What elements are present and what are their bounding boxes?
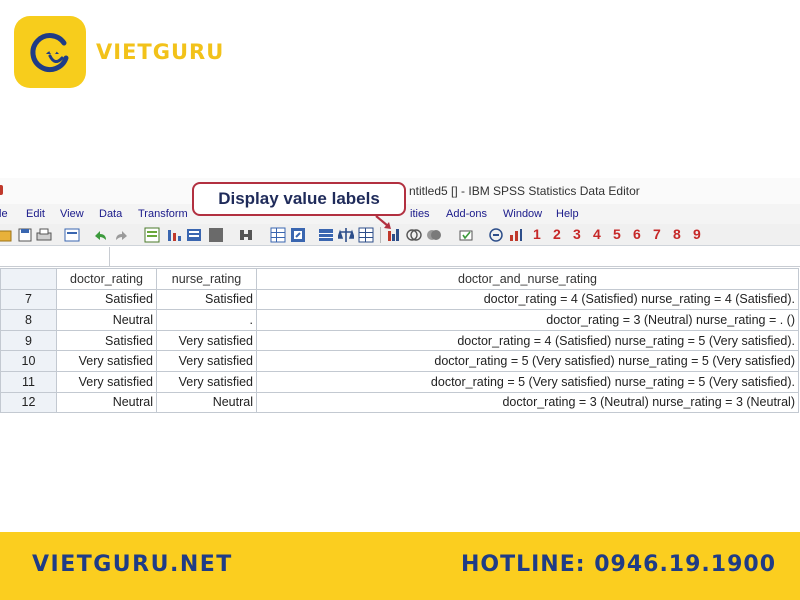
footer-website[interactable]: VIETGURU.NET bbox=[32, 552, 233, 577]
numbered-button-8[interactable]: 8 bbox=[673, 226, 681, 242]
row-number[interactable]: 12 bbox=[0, 391, 57, 414]
redo-icon[interactable] bbox=[114, 227, 130, 243]
menu-view[interactable]: View bbox=[60, 208, 84, 220]
spelling-icon[interactable] bbox=[458, 227, 474, 243]
cell-nurse-rating[interactable]: Very satisfied bbox=[156, 370, 257, 393]
logo-badge bbox=[14, 16, 86, 88]
data-grid: doctor_rating nurse_rating doctor_and_nu… bbox=[0, 268, 799, 414]
numbered-button-7[interactable]: 7 bbox=[653, 226, 661, 242]
cell-doctor-and-nurse-rating[interactable]: doctor_rating = 5 (Very satisfied) nurse… bbox=[256, 350, 799, 372]
column-header-doctor-and-nurse-rating[interactable]: doctor_and_nurse_rating bbox=[256, 268, 799, 290]
menu-data[interactable]: Data bbox=[99, 208, 122, 220]
row-number[interactable]: 8 bbox=[0, 309, 57, 331]
find-icon[interactable] bbox=[238, 227, 254, 243]
numbered-button-4[interactable]: 4 bbox=[593, 226, 601, 242]
row-number[interactable]: 10 bbox=[0, 350, 57, 372]
table-row: 12 Neutral Neutral doctor_rating = 3 (Ne… bbox=[0, 391, 799, 414]
grid-header-row: doctor_rating nurse_rating doctor_and_nu… bbox=[0, 268, 799, 290]
table-row: 8 Neutral . doctor_rating = 3 (Neutral) … bbox=[0, 309, 799, 331]
cell-doctor-rating[interactable]: Neutral bbox=[56, 391, 157, 414]
cell-doctor-rating[interactable]: Very satisfied bbox=[56, 350, 157, 372]
goto-variable-icon[interactable] bbox=[166, 227, 182, 243]
menu-transform[interactable]: Transform bbox=[138, 208, 188, 220]
numbered-button-9[interactable]: 9 bbox=[693, 226, 701, 242]
numbered-button-3[interactable]: 3 bbox=[573, 226, 581, 242]
table-row: 9 Satisfied Very satisfied doctor_rating… bbox=[0, 329, 799, 352]
scripting-icon[interactable] bbox=[488, 227, 504, 243]
numbered-button-1[interactable]: 1 bbox=[533, 226, 541, 242]
window-title: ntitled5 [] - IBM SPSS Statistics Data E… bbox=[409, 184, 640, 198]
weight-cases-icon[interactable] bbox=[338, 227, 354, 243]
menu-add-ons[interactable]: Add-ons bbox=[446, 208, 487, 220]
variables-icon[interactable] bbox=[186, 227, 202, 243]
cell-doctor-rating[interactable]: Satisfied bbox=[56, 288, 157, 311]
footer-banner: VIETGURU.NET HOTLINE: 0946.19.1900 bbox=[0, 532, 800, 600]
cell-nurse-rating[interactable]: Neutral bbox=[156, 391, 257, 414]
display-value-labels-callout: Display value labels bbox=[192, 182, 406, 216]
menu-utilities[interactable]: ities bbox=[410, 208, 430, 220]
goto-case-icon[interactable] bbox=[144, 227, 160, 243]
toolbar: 1 2 3 4 5 6 7 8 9 bbox=[0, 224, 800, 246]
callout-arrow-icon bbox=[375, 215, 391, 229]
cell-nurse-rating[interactable]: Very satisfied bbox=[156, 350, 257, 372]
table-row: 10 Very satisfied Very satisfied doctor_… bbox=[0, 350, 799, 372]
cell-doctor-rating[interactable]: Very satisfied bbox=[56, 370, 157, 393]
row-number[interactable]: 11 bbox=[0, 370, 57, 393]
table-row: 7 Satisfied Satisfied doctor_rating = 4 … bbox=[0, 288, 799, 311]
run-descriptives-icon[interactable] bbox=[208, 227, 224, 243]
show-all-variables-icon[interactable] bbox=[426, 227, 442, 243]
cell-doctor-rating[interactable]: Neutral bbox=[56, 309, 157, 331]
dialog-recall-icon[interactable] bbox=[64, 227, 80, 243]
row-number[interactable]: 7 bbox=[0, 288, 57, 311]
cell-reference-bar bbox=[0, 247, 800, 267]
column-header-doctor-rating[interactable]: doctor_rating bbox=[56, 268, 157, 290]
cell-doctor-and-nurse-rating[interactable]: doctor_rating = 5 (Very satisfied) nurse… bbox=[256, 370, 799, 393]
numbered-button-6[interactable]: 6 bbox=[633, 226, 641, 242]
insert-cases-icon[interactable] bbox=[270, 227, 286, 243]
cell-nurse-rating[interactable]: Satisfied bbox=[156, 288, 257, 311]
print-icon[interactable] bbox=[36, 227, 52, 243]
open-folder-icon[interactable] bbox=[0, 227, 12, 243]
row-number[interactable]: 9 bbox=[0, 329, 57, 352]
logo-mark-icon bbox=[30, 33, 69, 72]
numbered-button-2[interactable]: 2 bbox=[553, 226, 561, 242]
column-header-nurse-rating[interactable]: nurse_rating bbox=[156, 268, 257, 290]
chart-builder-icon[interactable] bbox=[508, 227, 524, 243]
menu-window[interactable]: Window bbox=[503, 208, 542, 220]
save-icon[interactable] bbox=[18, 227, 32, 243]
cell-doctor-and-nurse-rating[interactable]: doctor_rating = 3 (Neutral) nurse_rating… bbox=[256, 309, 799, 331]
cell-doctor-and-nurse-rating[interactable]: doctor_rating = 3 (Neutral) nurse_rating… bbox=[256, 391, 799, 414]
cell-doctor-and-nurse-rating[interactable]: doctor_rating = 4 (Satisfied) nurse_rati… bbox=[256, 329, 799, 352]
menu-file[interactable]: le bbox=[0, 208, 8, 220]
use-variable-sets-icon[interactable] bbox=[406, 227, 422, 243]
cell-nurse-rating[interactable]: Very satisfied bbox=[156, 329, 257, 352]
select-cases-icon[interactable] bbox=[358, 227, 374, 243]
table-row: 11 Very satisfied Very satisfied doctor_… bbox=[0, 370, 799, 393]
split-file-icon[interactable] bbox=[318, 227, 334, 243]
cell-reference-field[interactable] bbox=[0, 247, 110, 267]
app-icon bbox=[0, 185, 3, 195]
menu-edit[interactable]: Edit bbox=[26, 208, 45, 220]
cell-doctor-and-nurse-rating[interactable]: doctor_rating = 4 (Satisfied) nurse_rati… bbox=[256, 288, 799, 311]
logo-text: VIETGURU bbox=[96, 40, 225, 64]
grid-corner bbox=[0, 268, 57, 290]
numbered-button-5[interactable]: 5 bbox=[613, 226, 621, 242]
undo-icon[interactable] bbox=[92, 227, 108, 243]
vietguru-logo: VIETGURU bbox=[14, 16, 224, 88]
insert-variable-icon[interactable] bbox=[290, 227, 306, 243]
menu-help[interactable]: Help bbox=[556, 208, 579, 220]
cell-doctor-rating[interactable]: Satisfied bbox=[56, 329, 157, 352]
footer-hotline[interactable]: HOTLINE: 0946.19.1900 bbox=[461, 552, 776, 577]
cell-nurse-rating[interactable]: . bbox=[156, 309, 257, 331]
